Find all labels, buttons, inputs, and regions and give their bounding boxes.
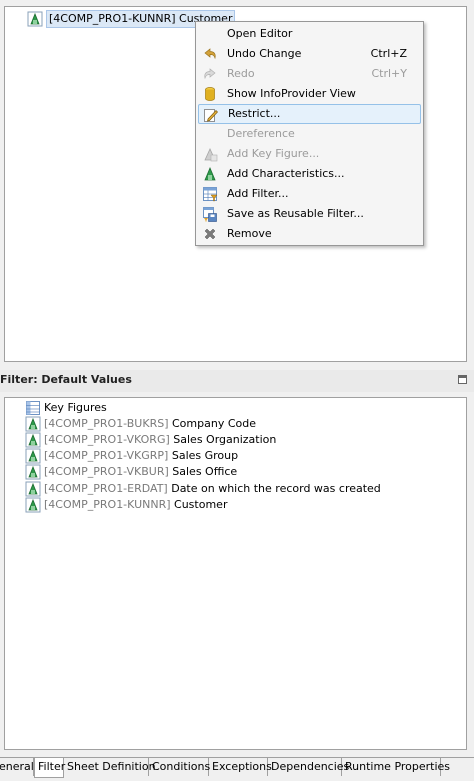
node-tech-name: [4COMP_PRO1-VKBUR] — [44, 465, 169, 478]
node-tech-name: [4COMP_PRO1-BUKRS] — [44, 417, 169, 430]
tree-node-record-created-date[interactable]: [4COMP_PRO1-ERDAT] Date on which the rec… — [25, 481, 381, 497]
menu-label: Redo — [227, 67, 255, 80]
tab-label: Dependencies — [271, 760, 350, 773]
menu-item-open-editor[interactable]: Open Editor — [198, 24, 421, 44]
tab-label: Conditions — [152, 760, 211, 773]
node-name: Sales Group — [171, 449, 239, 462]
tab-label: Filter — [38, 760, 66, 773]
tab-conditions[interactable]: Conditions — [149, 758, 211, 776]
tree-node-customer[interactable]: [4COMP_PRO1-KUNNR] Customer — [25, 497, 227, 513]
tab-exceptions[interactable]: Exceptions — [209, 758, 272, 776]
node-name: Company Code — [172, 417, 256, 430]
node-tech-name: [4COMP_PRO1-VKGRP] — [44, 449, 169, 462]
menu-item-dereference[interactable]: Dereference — [198, 124, 421, 144]
characteristic-icon — [25, 464, 41, 480]
maximize-icon[interactable] — [458, 375, 467, 384]
node-tech-name: [4COMP_PRO1-KUNNR] — [49, 12, 176, 25]
menu-shortcut: Ctrl+Y — [371, 67, 407, 80]
menu-item-save-as-reusable-filter[interactable]: Save as Reusable Filter... — [198, 204, 421, 224]
menu-label: Open Editor — [227, 27, 293, 40]
tab-runtime-properties[interactable]: Runtime Properties — [342, 758, 450, 776]
characteristic-icon — [204, 166, 216, 181]
save-filter-icon — [203, 207, 217, 222]
filter-section-title: Filter: Default Values — [0, 373, 132, 386]
menu-item-redo[interactable]: Redo Ctrl+Y — [198, 64, 421, 84]
menu-label: Add Filter... — [227, 187, 289, 200]
tree-node-company-code[interactable]: [4COMP_PRO1-BUKRS] Company Code — [25, 416, 256, 432]
tree-node-key-figures[interactable]: Key Figures — [25, 400, 107, 416]
tab-sheet-definition[interactable]: Sheet Definition — [64, 758, 156, 776]
menu-item-add-characteristics[interactable]: Add Characteristics... — [198, 164, 421, 184]
menu-label: Dereference — [227, 127, 295, 140]
tree-node-sales-organization[interactable]: [4COMP_PRO1-VKORG] Sales Organization — [25, 432, 276, 448]
undo-icon — [204, 48, 216, 60]
menu-label: Remove — [227, 227, 272, 240]
node-name: Sales Organization — [173, 433, 277, 446]
characteristic-icon — [25, 448, 41, 464]
properties-tab-bar: eneral Filter Sheet Definition Condition… — [0, 757, 474, 778]
characteristic-icon — [25, 481, 41, 497]
node-name: Key Figures — [44, 401, 107, 414]
characteristic-icon — [25, 497, 41, 513]
characteristic-icon — [25, 432, 41, 448]
tab-general[interactable]: eneral — [0, 758, 34, 776]
menu-label: Restrict... — [228, 107, 281, 120]
node-name: Customer — [174, 498, 228, 511]
pencil-icon — [204, 109, 218, 122]
key-figures-table-icon — [26, 401, 40, 415]
menu-shortcut: Ctrl+Z — [370, 47, 407, 60]
node-name: Date on which the record was created — [171, 482, 381, 495]
tab-filter[interactable]: Filter — [34, 758, 66, 778]
menu-item-restrict[interactable]: Restrict... — [198, 104, 421, 124]
redo-icon — [204, 68, 216, 80]
tab-label: Sheet Definition — [67, 760, 156, 773]
characteristic-icon — [27, 11, 43, 27]
tab-dependencies[interactable]: Dependencies — [268, 758, 349, 776]
key-figure-icon — [204, 148, 218, 162]
node-name: Sales Office — [172, 465, 238, 478]
menu-item-add-filter[interactable]: Add Filter... — [198, 184, 421, 204]
menu-label: Add Characteristics... — [227, 167, 345, 180]
node-tech-name: [4COMP_PRO1-ERDAT] — [44, 482, 168, 495]
filter-default-values-panel: Key Figures [4COMP_PRO1-BUKRS] Company C… — [4, 397, 467, 750]
menu-label: Add Key Figure... — [227, 147, 320, 160]
tab-label: Exceptions — [212, 760, 272, 773]
tab-label: eneral — [0, 760, 34, 773]
database-icon — [205, 87, 215, 101]
node-tech-name: [4COMP_PRO1-VKORG] — [44, 433, 170, 446]
menu-item-remove[interactable]: Remove — [198, 224, 421, 244]
menu-label: Show InfoProvider View — [227, 87, 356, 100]
menu-label: Save as Reusable Filter... — [227, 207, 364, 220]
menu-item-undo-change[interactable]: Undo Change Ctrl+Z — [198, 44, 421, 64]
context-menu: Open Editor Undo Change Ctrl+Z Redo Ctrl… — [195, 21, 424, 246]
menu-label: Undo Change — [227, 47, 302, 60]
filter-table-icon — [203, 187, 218, 202]
menu-item-add-key-figure[interactable]: Add Key Figure... — [198, 144, 421, 164]
characteristic-icon — [25, 416, 41, 432]
tree-node-sales-office[interactable]: [4COMP_PRO1-VKBUR] Sales Office — [25, 464, 237, 480]
node-tech-name: [4COMP_PRO1-KUNNR] — [44, 498, 171, 511]
filter-section-header: Filter: Default Values — [0, 370, 474, 392]
remove-icon — [204, 228, 216, 240]
menu-item-show-infoprovider-view[interactable]: Show InfoProvider View — [198, 84, 421, 104]
tree-node-sales-group[interactable]: [4COMP_PRO1-VKGRP] Sales Group — [25, 448, 238, 464]
tab-label: Runtime Properties — [345, 760, 451, 773]
